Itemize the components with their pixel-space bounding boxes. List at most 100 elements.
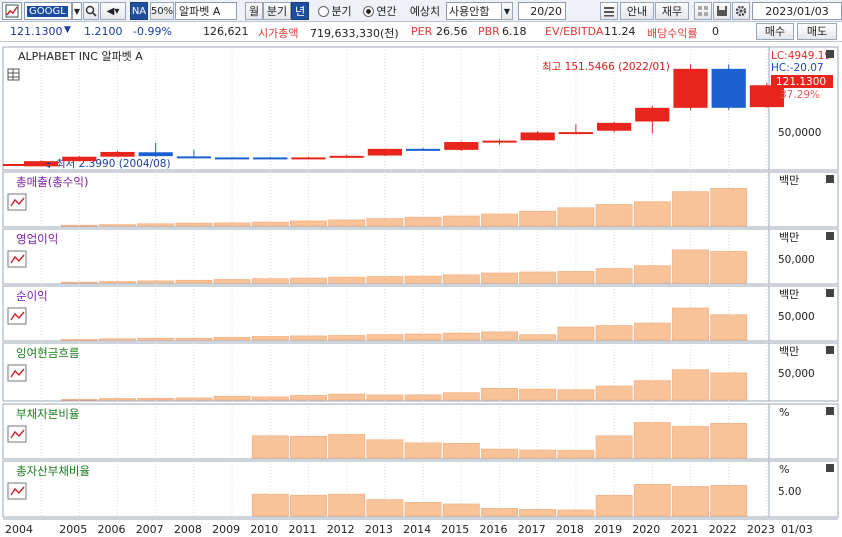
fin-bar [290,335,327,341]
period-year-button[interactable]: 년 [291,2,309,20]
forecast-label: 예상치 [409,5,441,18]
forecast-select[interactable]: 사용안함 [446,2,502,20]
ev-ebitda-label: EV/EBITDA [545,25,604,38]
x-tick-label: 2019 [594,523,622,536]
financial-chart[interactable]: ALPHABET INC 알파벳 A LC:4949.19 HC:-20.07 … [0,45,842,537]
fin-bar [137,223,175,227]
fin-bar [519,271,557,284]
candle-body [711,68,746,108]
sell-button[interactable]: 매도 [797,23,837,40]
panel-tick: 50,000 [778,368,815,380]
price-change-pct: -0.99% [133,25,172,38]
candle-body [215,157,250,160]
forecast-dropdown[interactable]: ▼ [501,2,513,20]
fin-bar [633,422,671,459]
date-field[interactable]: 2023/01/03 [752,2,842,20]
fin-bar [557,207,595,227]
candle-body [62,156,97,162]
list-button[interactable] [600,2,618,20]
page-count: 20/20 [530,4,562,18]
settings-button[interactable] [732,2,750,20]
na-button[interactable]: NA [130,2,148,20]
panel-unit: 백만 [779,345,799,358]
guide-button[interactable]: 안내 [620,2,654,20]
stock-icon-button[interactable] [2,2,22,20]
prev-next-button[interactable]: ◀▾ [100,2,126,20]
ticker-dropdown[interactable]: ▼ [72,2,82,20]
fin-bar [251,336,289,341]
fin-bar [328,219,366,227]
x-tick-label: 2008 [174,523,202,536]
price-change: 1.2100 [84,25,123,38]
fin-bar [328,434,366,459]
radio-quarter-label: 분기 [331,5,352,18]
period-month-button[interactable]: 월 [245,2,263,20]
fin-bar [672,369,709,401]
radio-quarter[interactable]: 분기 [314,2,356,20]
fin-bar [137,397,175,401]
x-tick-label: 2022 [709,523,737,536]
x-tick-label: 2021 [671,523,699,536]
fin-bar [633,380,671,401]
fin-bar [633,201,671,227]
fin-bar [366,276,404,284]
page-count-field[interactable]: 20/20 [518,2,566,20]
forecast-select-value: 사용안함 [449,5,490,18]
fin-bar [672,486,709,517]
panel-tick: 50,000 [778,254,815,266]
quote-info-bar: 121.1300 ▼ 1.2100 -0.99% 126,621 시가총액 71… [0,22,842,42]
fin-bar [557,509,595,517]
fin-bar [595,268,633,284]
close-panel-icon [826,289,834,297]
fin-bar [442,332,480,341]
chart-icon [5,4,19,18]
buy-button[interactable]: 매수 [756,23,794,40]
panel-unit: 백만 [779,174,799,187]
pbr-label: PBR [478,25,500,38]
candle-body [406,148,441,151]
close-panel-icon [826,50,834,58]
fin-bar [251,435,289,459]
x-tick-label: 2005 [59,523,87,536]
zoom-button[interactable]: 50% [150,2,174,20]
fin-bar [60,339,98,341]
ev-ebitda-value: 11.24 [604,25,636,38]
x-tick-label: 2014 [403,523,431,536]
lc-label: LC:4949.19 [771,50,831,62]
fin-bar [213,395,251,401]
per-value: 26.56 [436,25,468,38]
finance-button[interactable]: 재무 [655,2,689,20]
fin-bar [251,278,289,284]
pct-tag-text: 37.29% [780,89,820,101]
candle-body [100,151,135,157]
candle-body [482,140,517,143]
fin-bar [481,448,518,459]
fin-bar [710,314,748,341]
candle-body [520,132,555,141]
fin-bar [557,450,595,459]
panel-unit: % [779,463,789,476]
down-arrow-icon: ▼ [64,25,71,35]
fin-bar [519,334,557,341]
period-quarter-button[interactable]: 분기 [263,2,291,20]
fin-bar [251,493,289,517]
fin-bar [366,439,404,459]
link-button[interactable] [694,2,712,20]
fin-bar [481,508,518,517]
save-button[interactable] [713,2,731,20]
fin-bar [633,265,671,284]
company-field[interactable]: 알파벳 A [175,2,237,20]
fin-bar [99,398,136,401]
x-tick-label: 2016 [480,523,508,536]
volume: 126,621 [203,25,249,38]
radio-annual[interactable]: 연간 [358,2,402,20]
fin-bar [672,307,709,341]
search-button[interactable] [83,2,99,20]
panel-unit: % [779,406,789,419]
ticker-input[interactable]: GOOGL [24,2,72,20]
x-tick-label: 2017 [518,523,546,536]
fin-bar [290,220,327,227]
fin-bar [137,280,175,284]
finance-label: 재무 [661,5,683,18]
x-tick-label: 2015 [441,523,469,536]
